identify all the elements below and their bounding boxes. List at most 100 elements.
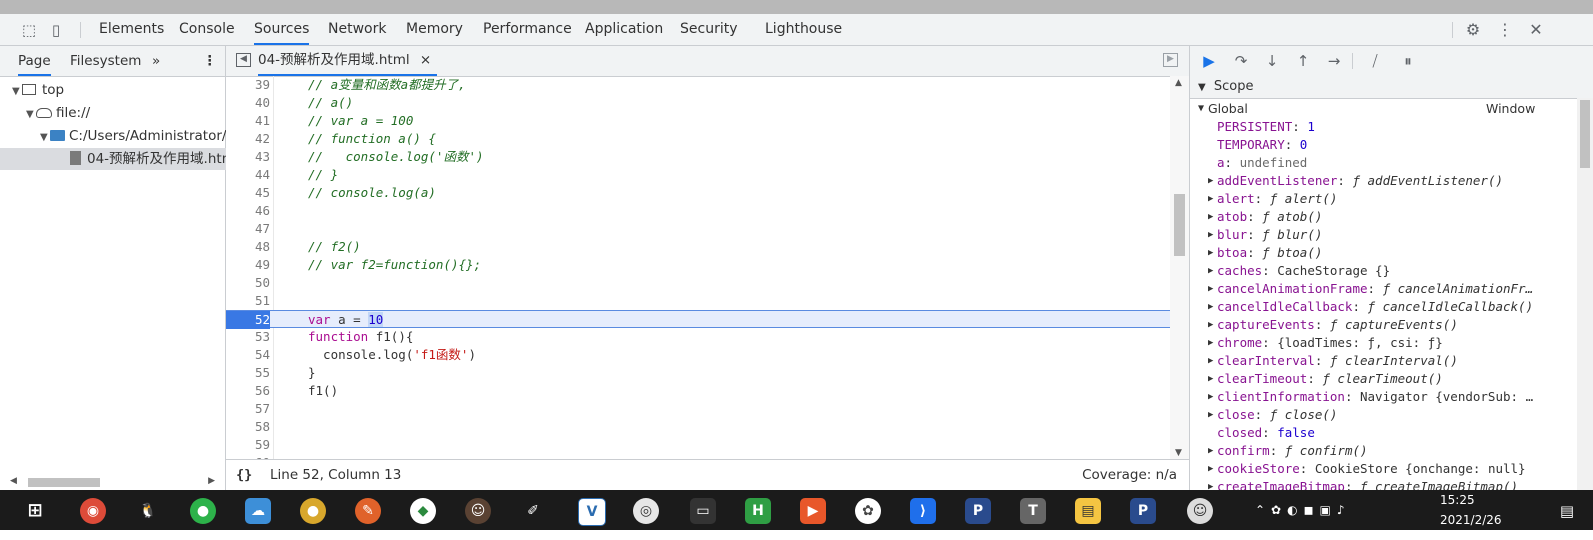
code-line[interactable]: 52 var a = 10 [226, 310, 1170, 329]
scope-property-row[interactable]: ▶ close: ƒ close() [1190, 406, 1540, 424]
code-line[interactable]: 49 // var f2=function(){}; [226, 256, 1170, 274]
pause-on-exceptions-icon[interactable]: ⏸ [1397, 51, 1419, 71]
step-over-icon[interactable]: ↷ [1230, 51, 1252, 71]
code-line[interactable]: 44 // } [226, 166, 1170, 184]
editor-file-tab[interactable]: 04-预解析及作用域.html × [258, 46, 438, 76]
qq-app-icon[interactable]: 🐧 [135, 498, 161, 524]
scope-property-row[interactable]: ▶ cancelIdleCallback: ƒ cancelIdleCallbac… [1190, 298, 1540, 316]
chrome-app-icon[interactable]: ◉ [80, 498, 106, 524]
code-line[interactable]: 47 [226, 220, 1170, 238]
scope-property-row[interactable]: closed: false [1190, 424, 1540, 442]
taskbar-clock[interactable]: 15:25 2021/2/26 [1440, 490, 1502, 530]
coverage-status[interactable]: Coverage: n/a [1082, 460, 1177, 490]
line-number[interactable]: 55 [226, 364, 270, 382]
line-number[interactable]: 49 [226, 256, 270, 274]
line-number[interactable]: 45 [226, 184, 270, 202]
code-line[interactable]: 40 // a() [226, 94, 1170, 112]
scope-property-row[interactable]: ▶ cookieStore: CookieStore {onchange: nul… [1190, 460, 1540, 478]
tab-console[interactable]: Console [179, 14, 235, 45]
toggle-debugger-icon[interactable]: ▶ [1163, 53, 1178, 67]
tree-item-origin[interactable]: ▼ file:// [0, 102, 251, 124]
code-line[interactable]: 56 f1() [226, 382, 1170, 400]
scope-property-row[interactable]: ▶ clientInformation: Navigator {vendorSub… [1190, 388, 1540, 406]
code-line[interactable]: 45 // console.log(a) [226, 184, 1170, 202]
line-number[interactable]: 42 [226, 130, 270, 148]
expand-triangle-icon[interactable]: ▶ [1208, 460, 1213, 478]
code-line[interactable]: 46 [226, 202, 1170, 220]
tab-sources[interactable]: Sources [254, 14, 310, 45]
deactivate-breakpoints-icon[interactable]: ⧸ [1364, 51, 1386, 71]
line-number[interactable]: 54 [226, 346, 270, 364]
scope-property-row[interactable]: ▶ clearTimeout: ƒ clearTimeout() [1190, 370, 1540, 388]
expand-triangle-icon[interactable]: ▼ [26, 104, 36, 124]
scope-property-row[interactable]: ▶ caches: CacheStorage {} [1190, 262, 1540, 280]
tab-filesystem[interactable]: Filesystem [70, 46, 141, 76]
line-number[interactable]: 59 [226, 436, 270, 454]
line-number[interactable]: 47 [226, 220, 270, 238]
scope-vertical-scrollbar[interactable] [1577, 98, 1593, 490]
step-into-icon[interactable]: ↓ [1261, 51, 1283, 71]
code-line[interactable]: 54 console.log('f1函数') [226, 346, 1170, 364]
expand-triangle-icon[interactable]: ▶ [1208, 352, 1213, 370]
pen-app-icon[interactable]: ✎ [355, 498, 381, 524]
line-number[interactable]: 53 [226, 328, 270, 346]
line-number[interactable]: 50 [226, 274, 270, 292]
expand-triangle-icon[interactable]: ▶ [1208, 316, 1213, 334]
user-app-icon[interactable]: ☺ [1187, 498, 1213, 524]
scope-property-row[interactable]: ▶ confirm: ƒ confirm() [1190, 442, 1540, 460]
code-line[interactable]: 48 // f2() [226, 238, 1170, 256]
expand-triangle-icon[interactable]: ▶ [1208, 478, 1213, 490]
expand-triangle-icon[interactable]: ▶ [1208, 334, 1213, 352]
line-number[interactable]: 41 [226, 112, 270, 130]
scope-property-row[interactable]: ▶ clearInterval: ƒ clearInterval() [1190, 352, 1540, 370]
line-number[interactable]: 44 [226, 166, 270, 184]
navigator-menu-icon[interactable]: ⋮ [203, 46, 217, 76]
vscode-app-icon[interactable]: ⟩ [910, 498, 936, 524]
text-app-icon[interactable]: T [1020, 498, 1046, 524]
line-number[interactable]: 43 [226, 148, 270, 166]
line-number[interactable]: 56 [226, 382, 270, 400]
windows-start-icon[interactable]: ⊞ [22, 498, 48, 524]
line-number[interactable]: 40 [226, 94, 270, 112]
scope-property-row[interactable]: a: undefined [1190, 154, 1540, 172]
expand-triangle-icon[interactable]: ▶ [1208, 226, 1213, 244]
tab-application[interactable]: Application [585, 14, 663, 45]
scrollbar-thumb[interactable] [28, 478, 100, 487]
cloud-app-icon[interactable]: ☁ [245, 498, 271, 524]
pretty-print-icon[interactable]: {} [236, 460, 252, 490]
vs-app-icon[interactable]: V [578, 498, 606, 526]
tab-security[interactable]: Security [680, 14, 738, 45]
sogou-app-icon[interactable]: ✿ [855, 498, 881, 524]
player-app-icon-2[interactable]: P [1130, 498, 1156, 524]
editor-vertical-scrollbar[interactable]: ▲ ▼ [1170, 76, 1189, 460]
scope-section-header[interactable]: ▼ Scope [1190, 76, 1593, 99]
line-number[interactable]: 58 [226, 418, 270, 436]
step-out-icon[interactable]: ↑ [1292, 51, 1314, 71]
code-line[interactable]: 43 // console.log('函数') [226, 148, 1170, 166]
expand-triangle-icon[interactable]: ▶ [1208, 298, 1213, 316]
expand-triangle-icon[interactable]: ▶ [1208, 262, 1213, 280]
paint-app-icon[interactable]: ✐ [520, 498, 546, 524]
scope-property-row[interactable]: PERSISTENT: 1 [1190, 118, 1540, 136]
code-line[interactable]: 55} [226, 364, 1170, 382]
more-options-icon[interactable]: ⋮ [1495, 20, 1515, 40]
navigator-horizontal-scrollbar[interactable]: ◀ ▶ [10, 476, 215, 488]
tab-performance[interactable]: Performance [483, 14, 572, 45]
collapse-triangle-icon[interactable]: ▼ [1198, 82, 1206, 93]
scope-property-row[interactable]: ▶ blur: ƒ blur() [1190, 226, 1540, 244]
expand-triangle-icon[interactable]: ▶ [1208, 406, 1213, 424]
tab-network[interactable]: Network [328, 14, 386, 45]
expand-triangle-icon[interactable]: ▶ [1208, 172, 1213, 190]
resume-icon[interactable]: ▶ [1198, 51, 1220, 71]
scope-property-row[interactable]: ▶ createImageBitmap: ƒ createImageBitmap(… [1190, 478, 1540, 490]
code-line[interactable]: 51 [226, 292, 1170, 310]
tab-page[interactable]: Page [18, 46, 51, 76]
wechat-app-icon[interactable]: ● [190, 498, 216, 524]
code-line[interactable]: 50 [226, 274, 1170, 292]
scroll-down-arrow-icon[interactable]: ▼ [1175, 448, 1182, 458]
scope-property-row[interactable]: ▶ addEventListener: ƒ addEventListener() [1190, 172, 1540, 190]
line-number[interactable]: 46 [226, 202, 270, 220]
files-app-icon[interactable]: ▤ [1075, 498, 1101, 524]
expand-triangle-icon[interactable]: ▶ [1208, 280, 1213, 298]
player-app-icon[interactable]: P [965, 498, 991, 524]
